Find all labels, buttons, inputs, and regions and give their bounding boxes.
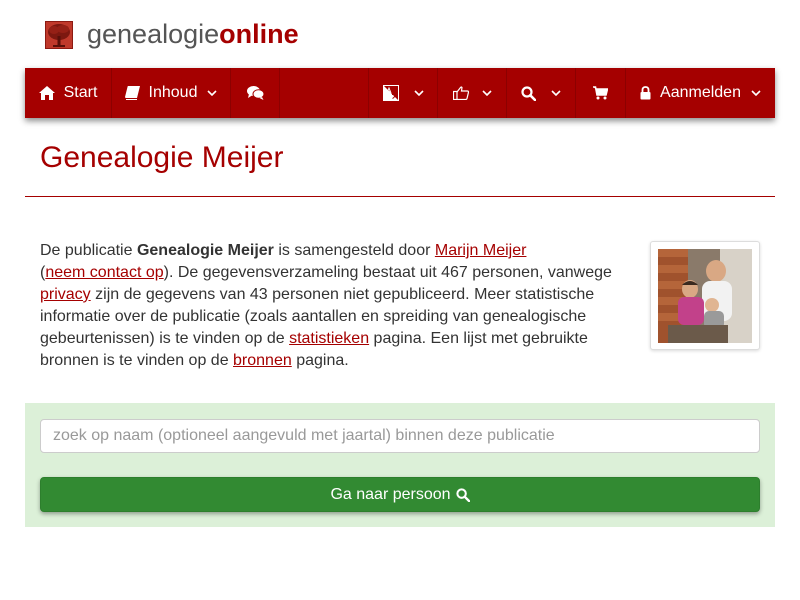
book-icon <box>124 86 140 100</box>
search-icon <box>455 487 470 502</box>
publication-name: Genealogie Meijer <box>136 242 274 259</box>
contact-link[interactable]: neem contact op <box>45 264 163 281</box>
sources-link[interactable]: bronnen <box>233 352 292 369</box>
intro-text: pagina. <box>291 352 349 369</box>
chevron-down-icon <box>551 90 561 96</box>
nav-cart[interactable] <box>576 68 625 118</box>
statistics-link[interactable]: statistieken <box>289 330 369 347</box>
cart-icon <box>593 86 608 100</box>
nav-inhoud-label: Inhoud <box>148 84 198 101</box>
privacy-link[interactable]: privacy <box>40 286 91 303</box>
nav-start[interactable]: Start <box>25 68 111 118</box>
nav-login-label: Aanmelden <box>660 84 741 101</box>
thumbs-up-icon <box>452 86 469 100</box>
intro-text: De publicatie <box>40 242 137 259</box>
nav-inhoud[interactable]: Inhoud <box>112 68 230 118</box>
author-photo-image <box>658 249 752 343</box>
publication-intro: De publicatie Genealogie Meijer is samen… <box>40 240 625 372</box>
intro-text: ). De gegevensverzameling bestaat uit 46… <box>163 264 612 281</box>
go-to-person-button[interactable]: Ga naar persoon <box>40 477 760 512</box>
go-to-person-label: Ga naar persoon <box>330 485 451 503</box>
chevron-down-icon <box>207 90 218 96</box>
intro-text: is samengesteld door <box>273 242 435 259</box>
person-search-input[interactable] <box>40 419 760 453</box>
chevron-down-icon <box>751 90 761 96</box>
nav-search[interactable] <box>507 68 575 118</box>
author-photo <box>650 241 760 350</box>
home-icon <box>38 86 55 100</box>
title-divider <box>25 196 775 197</box>
site-header: genealogieonline <box>0 0 800 68</box>
translate-icon <box>382 85 399 101</box>
nav-login[interactable]: Aanmelden <box>626 68 775 118</box>
site-logo-text: genealogieonline <box>87 17 299 51</box>
nav-language[interactable] <box>369 68 437 118</box>
lock-icon <box>640 86 651 100</box>
chevron-down-icon <box>481 90 492 96</box>
author-link[interactable]: Marijn Meijer <box>435 242 527 259</box>
chevron-down-icon <box>413 90 424 96</box>
logo-text-genealogie: genealogie <box>87 19 220 49</box>
comments-icon <box>246 86 264 100</box>
nav-share[interactable] <box>438 68 506 118</box>
page-title: Genealogie Meijer <box>40 141 284 174</box>
nav-chat[interactable] <box>231 68 279 118</box>
tree-icon <box>45 21 73 49</box>
nav-start-label: Start <box>63 84 98 101</box>
person-search-panel: Ga naar persoon <box>25 403 775 527</box>
logo-text-online: online <box>219 19 299 49</box>
search-icon <box>521 85 536 101</box>
main-navbar: Start Inhoud Aanmelden <box>25 68 775 118</box>
